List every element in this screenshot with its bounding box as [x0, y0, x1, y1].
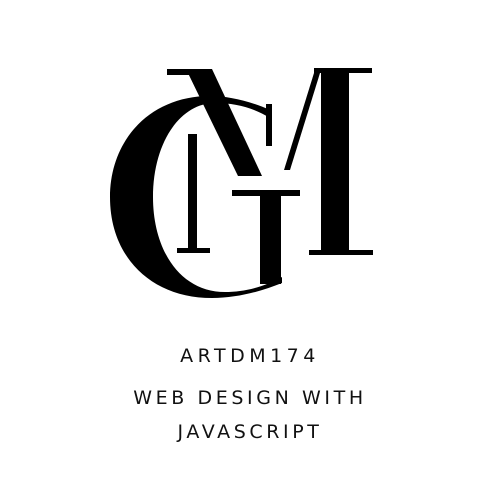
g-top-terminal	[266, 104, 272, 146]
course-title-line-1: WEB DESIGN WITH	[133, 387, 367, 409]
m-right-diagonal	[284, 73, 320, 170]
m-top-right-serif	[314, 68, 372, 73]
m-right-foot-serif	[309, 250, 373, 255]
course-code: ARTDM174	[180, 345, 320, 367]
gm-monogram-logo	[110, 68, 373, 298]
m-left-stem	[188, 134, 197, 252]
page: ARTDM174 WEB DESIGN WITH JAVASCRIPT	[0, 0, 500, 500]
m-right-stem	[321, 70, 349, 250]
course-title-line-2: JAVASCRIPT	[177, 421, 323, 443]
m-left-foot-serif	[177, 248, 210, 253]
m-left-diagonal	[186, 69, 262, 176]
g-chin-stem	[260, 194, 281, 284]
